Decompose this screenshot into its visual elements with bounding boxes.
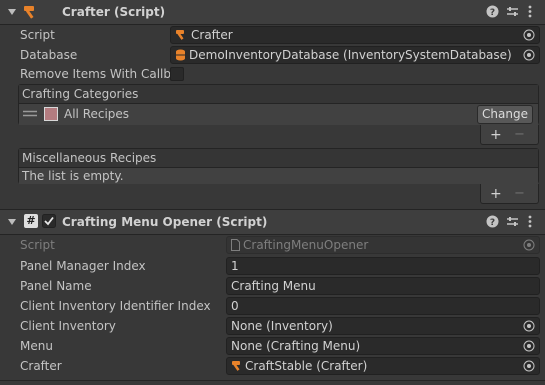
category-label: All Recipes [64,107,130,121]
crafting-categories-footer: + − [480,125,539,145]
hammer-icon [176,30,184,40]
drag-handle-icon[interactable] [23,110,37,118]
empty-list-text: The list is empty. [19,168,538,184]
svg-text:?: ? [490,218,495,228]
misc-recipes-header: Miscellaneous Recipes [19,149,538,168]
database-icon [176,49,185,61]
misc-recipes-footer: + − [480,184,539,204]
database-value: DemoInventoryDatabase (InventorySystemDa… [189,48,512,62]
remove-items-checkbox[interactable] [170,67,184,81]
remove-items-label: Remove Items With Callbac [20,67,170,81]
client-inventory-field[interactable]: None (Inventory) [226,317,540,335]
enabled-checkbox[interactable] [42,214,56,228]
script-field: CraftingMenuOpener [226,236,540,254]
object-picker-icon [523,239,535,251]
hammer-icon [232,361,240,371]
opener-component-header[interactable]: # Crafting Menu Opener (Script) ? [0,209,545,235]
crafter-field[interactable]: CraftStable (Crafter) [226,357,540,375]
kebab-menu-icon[interactable] [526,215,534,228]
object-picker-icon[interactable] [523,340,535,352]
panel-manager-index-field[interactable]: 1 [226,257,540,275]
script-field[interactable]: Crafter [170,26,540,44]
menu-label: Menu [20,339,53,353]
kebab-menu-icon[interactable] [526,5,534,18]
crafting-categories-list: Crafting Categories All Recipes Change [18,84,539,125]
csharp-script-icon: # [24,214,38,228]
menu-value: None (Crafting Menu) [231,339,361,353]
script-file-icon [231,239,240,251]
client-inventory-value: None (Inventory) [231,319,333,333]
client-inventory-identifier-index-label: Client Inventory Identifier Index [20,299,211,313]
foldout-arrow-icon[interactable] [8,219,16,225]
script-label: Script [20,238,55,252]
add-button[interactable]: + [490,184,502,204]
misc-recipes-list: Miscellaneous Recipes The list is empty. [18,148,539,184]
presets-icon[interactable] [506,215,519,228]
foldout-arrow-icon[interactable] [8,9,16,15]
crafter-component-header[interactable]: Crafter (Script) ? [0,0,545,25]
object-picker-icon[interactable] [523,320,535,332]
category-color-swatch [44,107,58,121]
panel-name-label: Panel Name [20,279,92,293]
menu-field[interactable]: None (Crafting Menu) [226,337,540,355]
panel-manager-index-label: Panel Manager Index [20,259,146,273]
help-icon[interactable]: ? [486,215,499,228]
change-button[interactable]: Change [477,105,533,124]
object-picker-icon[interactable] [523,29,535,41]
remove-button[interactable]: − [514,125,525,145]
panel-name-field[interactable]: Crafting Menu [226,277,540,295]
client-inventory-identifier-index-field[interactable]: 0 [226,297,540,315]
crafter-value: CraftStable (Crafter) [245,359,368,373]
database-label: Database [20,48,78,62]
crafter-label: Crafter [20,359,62,373]
hammer-icon [24,6,34,19]
divider [0,380,545,381]
object-picker-icon[interactable] [523,49,535,61]
presets-icon[interactable] [506,5,519,18]
script-value: CraftingMenuOpener [243,238,369,252]
script-value: Crafter [191,28,233,42]
script-label: Script [20,28,55,42]
database-field[interactable]: DemoInventoryDatabase (InventorySystemDa… [170,46,540,64]
list-item[interactable]: All Recipes Change [19,104,538,125]
remove-button[interactable]: − [514,184,525,204]
client-inventory-label: Client Inventory [20,319,116,333]
component-title: Crafting Menu Opener (Script) [62,215,268,229]
add-button[interactable]: + [490,125,502,145]
svg-text:?: ? [490,8,495,18]
help-icon[interactable]: ? [486,5,499,18]
component-title: Crafter (Script) [62,5,166,19]
crafting-categories-header: Crafting Categories [19,85,538,104]
object-picker-icon[interactable] [523,360,535,372]
